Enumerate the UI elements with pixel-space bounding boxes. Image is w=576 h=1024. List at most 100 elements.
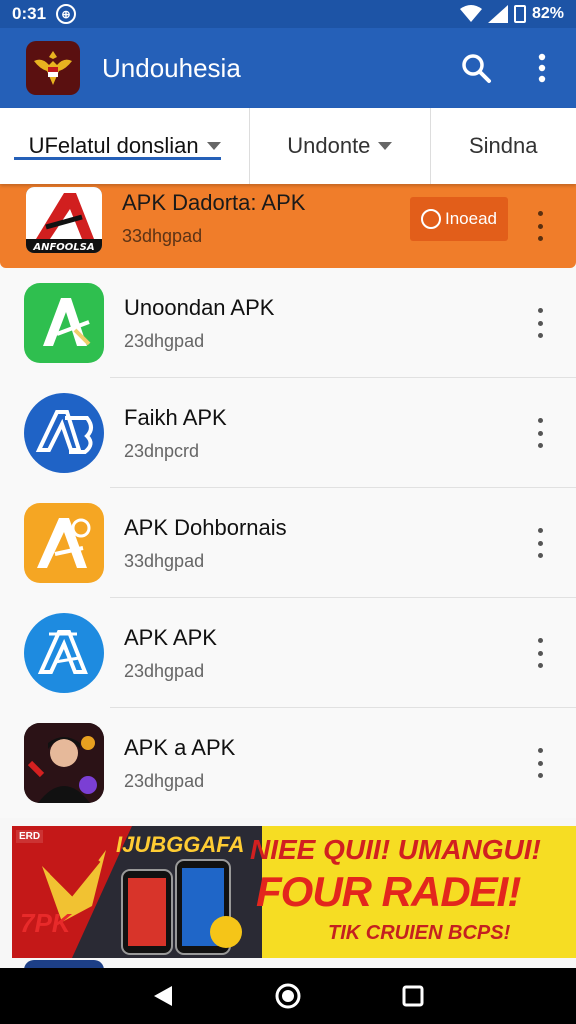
dot-icon xyxy=(537,650,543,656)
chevron-down-icon xyxy=(378,142,393,150)
featured-row[interactable]: ANFOOLSA APK Dadorta: APK 33dhgpad Inoea… xyxy=(0,184,576,268)
screen: 0:31 ⊕ 82% Undouhesia UFelatul donslian … xyxy=(0,0,576,1024)
tab-label: Sindna xyxy=(469,133,538,158)
list-item[interactable]: Unoondan APK 23dhgpad xyxy=(0,268,576,378)
garuda-emblem-icon xyxy=(26,41,80,95)
ad-headline-1: NIEE QUII! UMANGUI! xyxy=(250,834,541,865)
status-bar: 0:31 ⊕ 82% xyxy=(0,0,576,28)
dot-icon xyxy=(537,540,543,546)
ad-brand: IJUBGGAFA xyxy=(116,832,245,857)
list-item-text: Unoondan APK 23dhgpad xyxy=(124,295,274,352)
tab-featured[interactable]: UFelatul donslian xyxy=(0,108,249,184)
dot-icon xyxy=(537,443,543,448)
blue-circle-a-icon xyxy=(24,613,104,693)
recents-button[interactable] xyxy=(393,976,433,1016)
app-actions xyxy=(456,48,562,88)
tab-label: UFelatul donslian xyxy=(28,133,199,158)
app-name: Unoondan APK xyxy=(124,294,275,320)
status-indicators: 82% xyxy=(459,5,564,23)
row-menu-button[interactable] xyxy=(530,748,550,778)
app-bar: Undouhesia xyxy=(0,28,576,108)
dot-icon xyxy=(537,748,543,753)
app-sub: 23dhgpad xyxy=(124,330,205,351)
search-icon xyxy=(462,54,491,83)
ad-badge: ERD xyxy=(16,830,44,843)
app-sub: 23dhgpad xyxy=(124,660,205,681)
ad-headline-2: FOUR RADEI! xyxy=(256,868,521,915)
battery-level: 82% xyxy=(531,5,564,22)
chevron-down-icon xyxy=(206,142,221,150)
app-name: APK APK xyxy=(124,624,217,650)
orange-a-icon xyxy=(24,503,104,583)
tab-updates[interactable]: Undonte xyxy=(250,108,429,184)
dot-icon xyxy=(537,663,543,668)
dot-icon xyxy=(537,211,543,216)
install-button[interactable]: Inoead xyxy=(410,197,508,241)
recents-square-icon xyxy=(402,985,424,1007)
row-menu-button[interactable] xyxy=(530,528,550,558)
list-item-text: APK APK 23dhgpad xyxy=(124,625,217,682)
dot-icon xyxy=(537,418,543,423)
status-time: 0:31 xyxy=(12,4,47,23)
home-button[interactable] xyxy=(268,976,308,1016)
system-nav-bar xyxy=(0,968,576,1024)
list-item-text: APK Dohbornais 33dhgpad xyxy=(124,515,287,572)
ad-banner[interactable]: ERD IJUBGGAFA 7PK NIEE QUII! UMANGUI! FO… xyxy=(12,826,576,958)
list-item-text: APK a APK 23dhgpad xyxy=(124,735,235,792)
app-sub: 23dhgpad xyxy=(124,770,205,791)
featured-text: APK Dadorta: APK 33dhgpad xyxy=(122,190,305,247)
install-icon xyxy=(421,209,441,229)
dot-icon xyxy=(537,320,543,326)
app-name: APK a APK xyxy=(124,734,236,760)
dot-icon xyxy=(537,638,543,643)
row-menu-button[interactable] xyxy=(530,308,550,338)
dot-icon xyxy=(537,760,543,766)
overflow-menu-button[interactable] xyxy=(522,48,562,88)
ad-image: ERD IJUBGGAFA 7PK xyxy=(12,826,262,958)
app-name: APK Dohbornais xyxy=(124,514,287,540)
app-sub: 23dnpcrd xyxy=(124,440,200,461)
ad-logo: 7PK xyxy=(20,908,71,938)
list-item[interactable]: APK APK 23dhgpad xyxy=(0,598,576,708)
app-list: ANFOOLSA APK Dadorta: APK 33dhgpad Inoea… xyxy=(0,184,576,818)
tab-label: Undonte xyxy=(287,133,371,158)
notification-icon: ⊕ xyxy=(56,4,77,24)
featured-name: APK Dadorta: APK xyxy=(122,189,306,215)
row-menu-button[interactable] xyxy=(530,418,550,448)
home-circle-icon xyxy=(275,983,301,1009)
dot-icon xyxy=(537,236,543,241)
row-menu-button[interactable] xyxy=(530,638,550,668)
battery-icon xyxy=(513,5,526,23)
list-item[interactable]: APK Dohbornais 33dhgpad xyxy=(0,488,576,598)
dot-icon xyxy=(537,773,543,778)
back-triangle-icon xyxy=(153,986,172,1006)
install-label: Inoead xyxy=(445,209,497,228)
dot-icon xyxy=(537,528,543,533)
app-sub: 33dhgpad xyxy=(124,550,205,571)
more-vert-icon xyxy=(538,53,546,83)
featured-icon-text: ANFOOLSA xyxy=(32,242,94,253)
signal-icon xyxy=(487,5,508,23)
green-a-icon xyxy=(24,283,104,363)
list-item-text: Faikh APK 23dnpcrd xyxy=(124,405,227,462)
person-icon xyxy=(24,723,104,803)
dot-icon xyxy=(537,430,543,436)
app-name: Faikh APK xyxy=(124,404,227,430)
list-item[interactable]: Faikh APK 23dnpcrd xyxy=(0,378,576,488)
search-button[interactable] xyxy=(456,48,496,88)
row-menu-button[interactable] xyxy=(530,211,550,241)
app-title: Undouhesia xyxy=(102,52,241,83)
dot-icon xyxy=(537,308,543,313)
wifi-icon xyxy=(459,5,482,22)
featured-app-icon: ANFOOLSA xyxy=(26,187,102,253)
dot-icon xyxy=(537,333,543,338)
tab-third[interactable]: Sindna xyxy=(431,108,576,184)
back-button[interactable] xyxy=(143,976,183,1016)
dot-icon xyxy=(537,553,543,558)
list-item[interactable]: APK a APK 23dhgpad xyxy=(0,708,576,818)
dot-icon xyxy=(537,223,543,229)
blue-a-icon xyxy=(24,393,104,473)
tab-bar: UFelatul donslian Undonte Sindna xyxy=(0,108,576,184)
ad-headline-3: TIK CRUIEN BCPS! xyxy=(328,922,511,944)
featured-sub: 33dhgpad xyxy=(122,225,203,246)
